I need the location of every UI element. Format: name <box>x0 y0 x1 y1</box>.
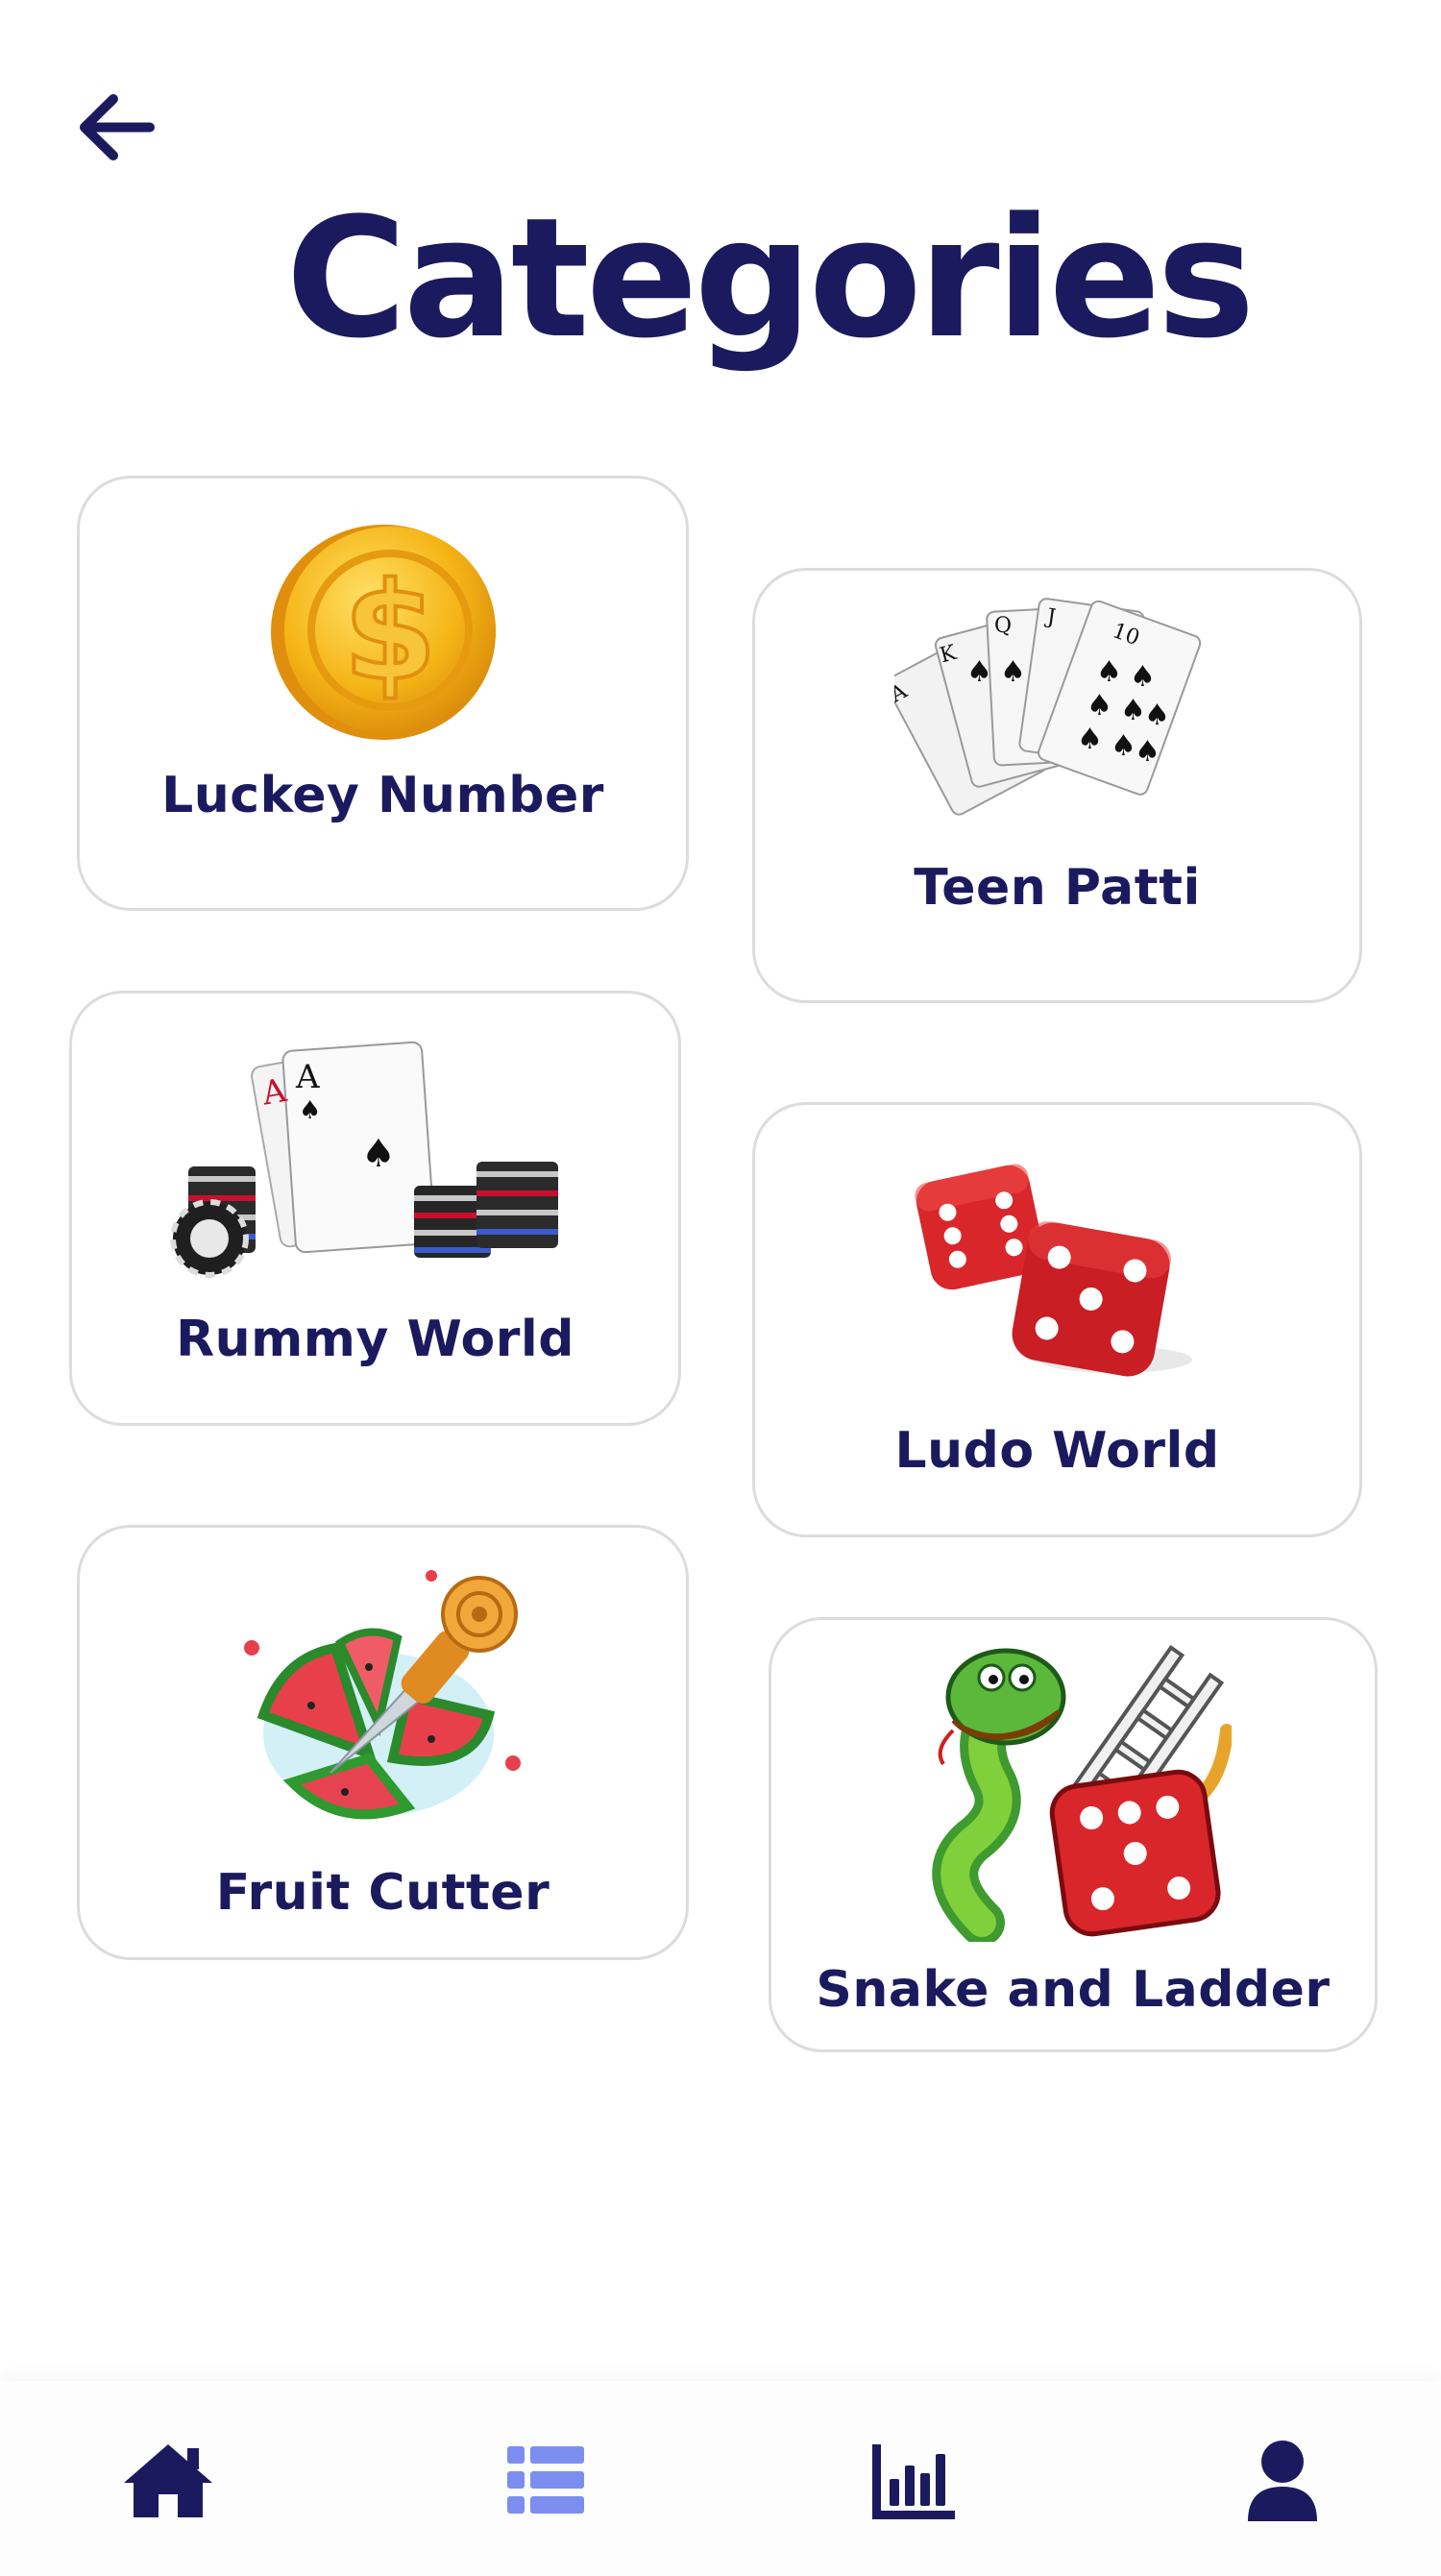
svg-text:♠: ♠ <box>361 1132 396 1176</box>
category-card-rummy-world[interactable]: A A ♠ ♠ Rummy World <box>69 991 681 1426</box>
dice-icon <box>914 1164 1192 1377</box>
svg-text:♠: ♠ <box>1120 694 1146 727</box>
playing-cards-icon: A K Q J 10 ♠ ♠ ♠ ♠ ♠ ♠ ♠♠ ♠♠ <box>893 598 1201 816</box>
svg-text:A: A <box>295 1058 320 1096</box>
svg-text:♠: ♠ <box>1000 655 1026 689</box>
svg-text:♠: ♠ <box>1135 735 1160 769</box>
category-label: Fruit Cutter <box>215 1864 550 1922</box>
back-button[interactable] <box>77 91 159 163</box>
watermelon-knife-icon <box>243 1570 521 1820</box>
category-label: Snake and Ladder <box>816 1961 1331 2019</box>
nav-home[interactable] <box>120 2437 216 2523</box>
svg-text:Q: Q <box>994 614 1012 638</box>
category-label: Ludo World <box>894 1422 1220 1480</box>
list-icon <box>507 2446 584 2514</box>
nav-categories[interactable] <box>498 2437 594 2523</box>
svg-text:♠: ♠ <box>299 1096 321 1125</box>
category-card-snake-and-ladder[interactable]: Snake and Ladder <box>769 1617 1378 2052</box>
bar-chart-icon <box>872 2444 955 2519</box>
arrow-left-icon <box>80 94 155 160</box>
gold-coin-icon: $ <box>270 525 496 740</box>
svg-text:♠: ♠ <box>1087 689 1112 723</box>
snake-ladder-dice-icon <box>932 1644 1232 1942</box>
nav-stats[interactable] <box>865 2437 961 2523</box>
nav-profile[interactable] <box>1234 2437 1331 2523</box>
home-icon <box>124 2444 212 2517</box>
page-title: Categories <box>285 182 1255 375</box>
bottom-nav <box>0 2381 1441 2576</box>
category-label: Luckey Number <box>161 767 604 824</box>
category-label: Teen Patti <box>914 859 1201 917</box>
category-card-teen-patti[interactable]: A K Q J 10 ♠ ♠ ♠ ♠ ♠ ♠ ♠ ♠ ♠ ♠ Teen Patti <box>752 568 1362 1003</box>
svg-text:♠: ♠ <box>1077 723 1103 756</box>
category-card-luckey-number[interactable]: $ Luckey Number <box>77 476 689 911</box>
svg-text:♠: ♠ <box>1096 655 1122 689</box>
category-label: Rummy World <box>176 1311 574 1368</box>
svg-text:♠: ♠ <box>966 655 992 689</box>
cards-and-chips-icon: A A ♠ ♠ <box>169 1041 558 1278</box>
svg-text:♠: ♠ <box>1130 660 1156 694</box>
category-card-ludo-world[interactable]: Ludo World <box>752 1102 1362 1537</box>
category-card-fruit-cutter[interactable]: Fruit Cutter <box>77 1525 689 1960</box>
user-icon <box>1248 2441 1317 2521</box>
svg-text:♠: ♠ <box>1111 729 1136 763</box>
svg-text:♠: ♠ <box>1144 699 1170 732</box>
svg-text:$: $ <box>343 554 436 711</box>
